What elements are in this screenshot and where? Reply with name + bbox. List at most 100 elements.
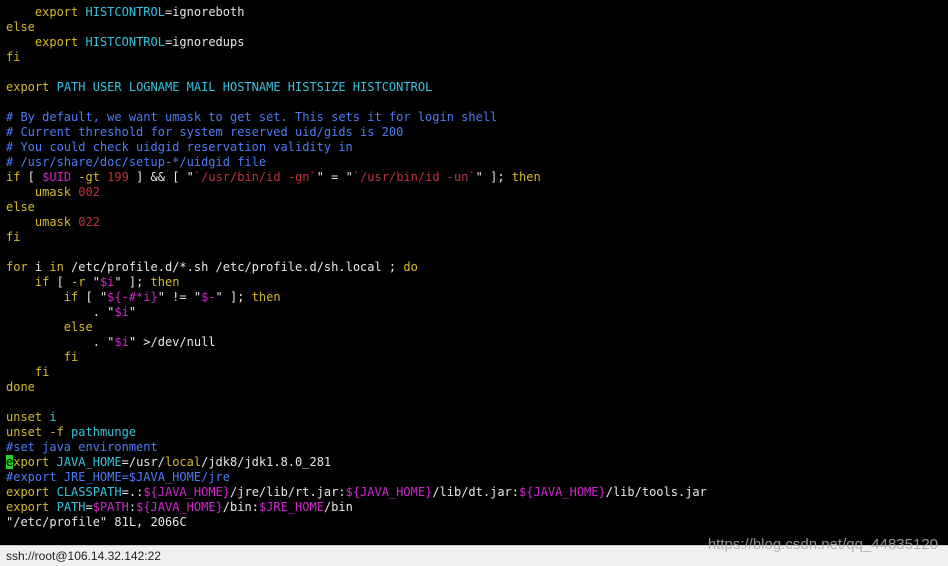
terminal-text-segment: " ]; bbox=[215, 290, 252, 304]
terminal-line: umask 022 bbox=[6, 215, 707, 230]
terminal-text-segment: = bbox=[85, 500, 93, 514]
terminal-line: if [ -r "$i" ]; then bbox=[6, 275, 707, 290]
terminal-line: unset i bbox=[6, 410, 707, 425]
terminal-text-segment: CLASSPATH bbox=[56, 485, 122, 499]
terminal-text-segment: " = " bbox=[316, 170, 353, 184]
terminal-text-segment: " ]; bbox=[114, 275, 151, 289]
terminal-text-segment: umask bbox=[34, 185, 72, 199]
terminal-text-segment: . " bbox=[6, 305, 115, 319]
terminal-text-segment: "/etc/profile" 81L, 2066C bbox=[6, 515, 187, 529]
terminal-text-segment: 002 bbox=[78, 185, 100, 199]
terminal-line: # By default, we want umask to get set. … bbox=[6, 110, 707, 125]
terminal-text-segment: unset bbox=[6, 410, 43, 424]
terminal-text-segment: $i bbox=[114, 305, 129, 319]
terminal-text-segment: -gt bbox=[71, 170, 108, 184]
terminal-text-segment: /lib/tools.jar bbox=[605, 485, 707, 499]
terminal-text-segment: if bbox=[6, 170, 21, 184]
terminal-line: . "$i" bbox=[6, 305, 707, 320]
terminal-text-segment: i bbox=[49, 410, 57, 424]
terminal-line: export HISTCONTROL=ignoreboth bbox=[6, 5, 707, 20]
terminal-line: fi bbox=[6, 365, 707, 380]
terminal-text-segment: PATH bbox=[56, 500, 86, 514]
terminal-text-segment: =.: bbox=[121, 485, 144, 499]
terminal-text-segment: umask bbox=[34, 215, 72, 229]
terminal-text-segment: # Current threshold for system reserved … bbox=[6, 125, 404, 139]
terminal-text-segment: else bbox=[63, 320, 93, 334]
terminal-text-segment: /jre/lib/rt.jar: bbox=[230, 485, 346, 499]
terminal-text-segment: $i bbox=[114, 335, 129, 349]
terminal-text-segment: export bbox=[6, 485, 50, 499]
terminal-text-segment: " ]; bbox=[475, 170, 512, 184]
terminal-text-segment: . " bbox=[6, 335, 115, 349]
terminal-text-segment: [ bbox=[20, 170, 43, 184]
terminal-text-segment: # By default, we want umask to get set. … bbox=[6, 110, 498, 124]
terminal-line: umask 002 bbox=[6, 185, 707, 200]
terminal-line: else bbox=[6, 200, 707, 215]
terminal-line: # /usr/share/doc/setup-*/uidgid file bbox=[6, 155, 707, 170]
terminal-text-segment: export bbox=[6, 80, 50, 94]
terminal-line: fi bbox=[6, 350, 707, 365]
terminal-text-segment: for bbox=[6, 260, 28, 274]
terminal-text-segment: export bbox=[6, 500, 50, 514]
terminal-text-segment: HISTCONTROL bbox=[85, 5, 165, 19]
terminal-line: export PATH=$PATH:${JAVA_HOME}/bin:$JRE_… bbox=[6, 500, 707, 515]
terminal-text-segment: $PATH bbox=[92, 500, 129, 514]
terminal-text-segment: $JRE_HOME bbox=[258, 500, 324, 514]
terminal-text-segment: /bin: bbox=[222, 500, 259, 514]
terminal-text-segment: else bbox=[6, 200, 35, 214]
terminal-text-segment: $i bbox=[99, 275, 115, 289]
terminal-text-segment: 022 bbox=[78, 215, 100, 229]
watermark-text: https://blog.csdn.net/qq_44835120 bbox=[707, 536, 938, 553]
terminal-text-segment: ${JAVA_HOME} bbox=[136, 500, 223, 514]
terminal-text-segment: #export JRE_HOME=$JAVA_HOME/jre bbox=[6, 470, 230, 484]
terminal-text-segment: i bbox=[27, 260, 50, 274]
terminal-text-segment: pathmunge bbox=[71, 425, 137, 439]
terminal-line: if [ "${-#*i}" != "$-" ]; then bbox=[6, 290, 707, 305]
terminal-text-segment: =ignoredups bbox=[164, 35, 245, 49]
terminal-text-segment: fi bbox=[6, 50, 21, 64]
terminal-text-segment: export bbox=[34, 5, 79, 19]
terminal-line: export CLASSPATH=.:${JAVA_HOME}/jre/lib/… bbox=[6, 485, 707, 500]
terminal-text-segment: PATH USER LOGNAME MAIL HOSTNAME HISTSIZE… bbox=[56, 80, 433, 94]
terminal-text-segment: : bbox=[128, 500, 137, 514]
terminal-text-segment: `/usr/bin/id -un` bbox=[352, 170, 476, 184]
terminal-line: . "$i" >/dev/null bbox=[6, 335, 707, 350]
terminal-line: #set java environment bbox=[6, 440, 707, 455]
terminal-text-segment: [ bbox=[49, 275, 72, 289]
terminal-text-segment: /lib/dt.jar: bbox=[432, 485, 520, 499]
terminal-line: for i in /etc/profile.d/*.sh /etc/profil… bbox=[6, 260, 707, 275]
terminal-text-segment: # You could check uidgid reservation val… bbox=[6, 140, 353, 154]
terminal-text-segment: /bin bbox=[323, 500, 353, 514]
terminal-text-segment: /etc/profile.d/*.sh /etc/profile.d/sh.lo… bbox=[63, 260, 404, 274]
terminal-line: "/etc/profile" 81L, 2066C bbox=[6, 515, 707, 530]
terminal-text-segment: $UID bbox=[42, 170, 72, 184]
terminal-text-segment: =ignoreboth bbox=[164, 5, 245, 19]
terminal-text-segment: if bbox=[34, 275, 50, 289]
terminal-text-segment: do bbox=[403, 260, 418, 274]
terminal-text-segment: fi bbox=[63, 350, 79, 364]
terminal-line: else bbox=[6, 320, 707, 335]
terminal-line: export PATH USER LOGNAME MAIL HOSTNAME H… bbox=[6, 80, 707, 95]
terminal-window[interactable]: export HISTCONTROL=ignoreboth else export… bbox=[0, 0, 948, 545]
terminal-text-segment: else bbox=[6, 20, 35, 34]
terminal-text-segment: ${JAVA_HOME} bbox=[143, 485, 231, 499]
terminal-line: else bbox=[6, 20, 707, 35]
terminal-text-segment: ] && [ " bbox=[128, 170, 194, 184]
terminal-text-segment: in bbox=[49, 260, 64, 274]
terminal-text-segment: ${JAVA_HOME} bbox=[345, 485, 433, 499]
connection-label: ssh://root@106.14.32.142:22 bbox=[6, 549, 161, 563]
terminal-text-buffer[interactable]: export HISTCONTROL=ignoreboth else export… bbox=[6, 5, 707, 530]
terminal-text-segment: local bbox=[164, 455, 202, 469]
terminal-text-segment: # /usr/share/doc/setup-*/uidgid file bbox=[6, 155, 267, 169]
